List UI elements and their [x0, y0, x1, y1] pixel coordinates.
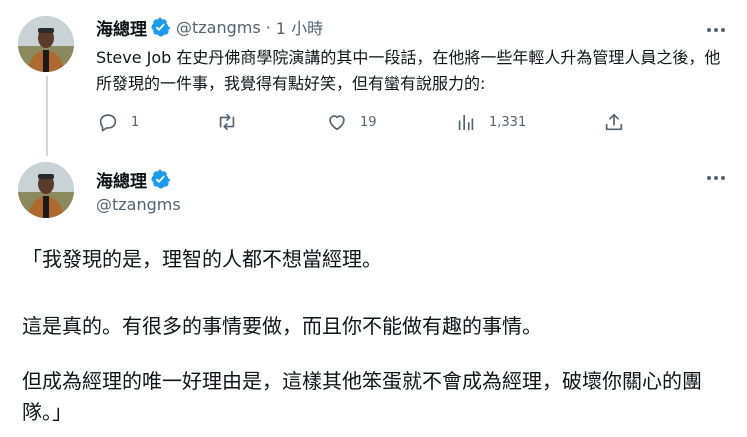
views-chart-icon [458, 114, 474, 131]
reply-icon [99, 114, 117, 132]
avatar[interactable] [18, 16, 74, 72]
separator-dot: · [265, 17, 271, 37]
display-name[interactable]: 海總理 [96, 167, 147, 192]
display-name[interactable]: 海總理 [96, 15, 147, 40]
share-icon [605, 113, 623, 131]
like-count: 19 [360, 114, 377, 130]
tweet2-header: 海總理 [96, 166, 170, 192]
avatar[interactable] [18, 162, 74, 218]
thread-line [46, 76, 48, 156]
handle[interactable]: @tzangms [176, 18, 261, 37]
like-button[interactable]: 19 [326, 110, 377, 134]
heart-icon [329, 115, 345, 131]
retweet-icon [219, 113, 235, 131]
share-button[interactable] [603, 110, 625, 134]
avatar-photo [18, 16, 74, 72]
reply-button[interactable]: 1 [97, 110, 139, 134]
tweet2-paragraph: 這是真的。有很多的事情要做，而且你不能做有趣的事情。 [22, 314, 542, 338]
views-button[interactable]: 1,331 [455, 110, 526, 134]
verified-badge-icon [151, 17, 170, 37]
more-options-icon[interactable] [704, 18, 728, 42]
more-options-icon[interactable] [704, 166, 728, 190]
retweet-button[interactable] [216, 110, 250, 134]
views-count: 1,331 [489, 114, 527, 130]
timestamp[interactable]: 1 小時 [276, 15, 323, 39]
tweet1-header: 海總理 @tzangms · 1 小時 [96, 14, 323, 40]
reply-count: 1 [131, 114, 140, 130]
avatar-photo [18, 162, 74, 218]
tweet1-text: Steve Job 在史丹佛商學院演講的其中一段話，在他將一些年輕人升為管理人員… [96, 48, 721, 93]
verified-badge-icon [151, 169, 170, 189]
tweet2-paragraph: 「我發現的是，理智的人都不想當經理。 [22, 247, 382, 271]
handle[interactable]: @tzangms [96, 195, 181, 214]
tweet2-paragraph: 但成為經理的唯一好理由是，這樣其他笨蛋就不會成為經理，破壞你關心的團隊。」 [22, 369, 702, 424]
